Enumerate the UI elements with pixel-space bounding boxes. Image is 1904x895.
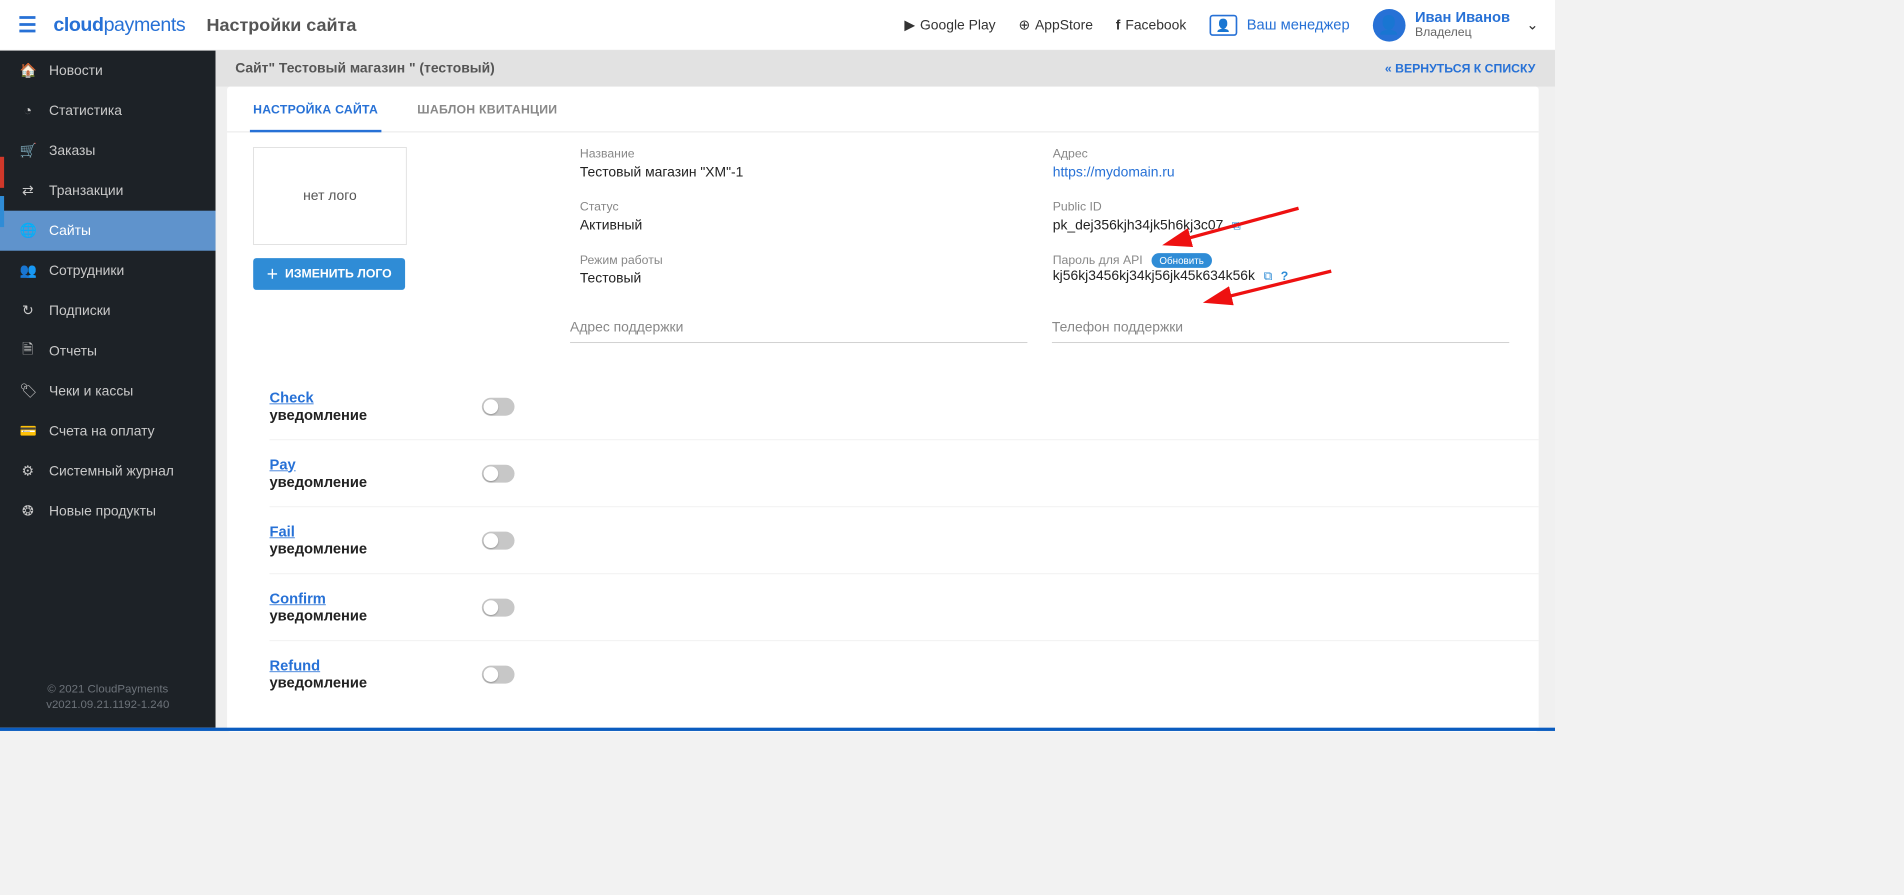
page-title: Настройки сайта (207, 14, 357, 35)
notif-link[interactable]: Refund (270, 657, 321, 673)
notif-link[interactable]: Check (270, 389, 314, 405)
info-col-1: Название Тестовый магазин "XM"-1 Статус … (580, 147, 1037, 306)
menu-toggle[interactable]: ☰ (18, 12, 37, 37)
notif-toggle[interactable] (482, 531, 515, 549)
copy-icon[interactable]: ⧉ (1263, 270, 1272, 284)
name-value: Тестовый магазин "XM"-1 (580, 164, 1037, 180)
status-value: Активный (580, 217, 1037, 233)
manager-label: Ваш менеджер (1247, 16, 1350, 33)
notif-link[interactable]: Fail (270, 523, 295, 539)
manager-icon: 👤 (1209, 14, 1237, 35)
status-label: Статус (580, 200, 1037, 214)
mode-value: Тестовый (580, 270, 1037, 286)
mode-label: Режим работы (580, 253, 1037, 267)
user-menu[interactable]: 👤 Иван Иванов Владелец ⌄ (1373, 9, 1539, 42)
tabs: НАСТРОЙКА САЙТА ШАБЛОН КВИТАНЦИИ (227, 87, 1539, 133)
card: НАСТРОЙКА САЙТА ШАБЛОН КВИТАНЦИИ нет лог… (227, 87, 1539, 732)
header: ☰ cloudpayments Настройки сайта ▶ Google… (0, 0, 1555, 51)
notif-label: Failуведомление (270, 523, 482, 557)
notif-row-confirm: Confirmуведомление (270, 573, 1539, 640)
notif-toggle[interactable] (482, 665, 515, 683)
user-name: Иван Иванов (1415, 10, 1510, 26)
notif-toggle[interactable] (482, 397, 515, 415)
notif-label: Refundуведомление (270, 657, 482, 691)
logo-column: нет лого ＋ ИЗМЕНИТЬ ЛОГО (253, 147, 563, 306)
crumb-title: Сайт" Тестовый магазин " (тестовый) (235, 60, 495, 76)
chevron-down-icon: ⌄ (1526, 16, 1538, 33)
notif-row-pay: Payуведомление (270, 439, 1539, 506)
facebook-link[interactable]: f Facebook (1116, 17, 1187, 33)
support-address-input[interactable]: Адрес поддержки (570, 314, 1027, 343)
breadcrumb: Сайт" Тестовый магазин " (тестовый) « ВЕ… (216, 51, 1555, 87)
apipw-label: Пароль для API (1053, 253, 1143, 267)
notif-label: Checkуведомление (270, 389, 482, 423)
address-label: Адрес (1053, 147, 1510, 161)
address-link[interactable]: https://mydomain.ru (1053, 164, 1175, 180)
notif-row-refund: Refundуведомление (270, 640, 1539, 707)
logo-placeholder: нет лого (253, 147, 407, 245)
notif-label: Confirmуведомление (270, 590, 482, 624)
refresh-pill[interactable]: Обновить (1151, 253, 1212, 268)
notif-link[interactable]: Confirm (270, 590, 326, 606)
user-role: Владелец (1415, 26, 1510, 39)
publicid-value: pk_dej356kjh34jk5h6kj3c07 (1053, 217, 1224, 233)
name-label: Название (580, 147, 1037, 161)
help-icon[interactable]: ? (1281, 270, 1288, 284)
content: Сайт" Тестовый магазин " (тестовый) « ВЕ… (216, 51, 1555, 728)
avatar-icon: 👤 (1373, 9, 1406, 42)
publicid-label: Public ID (1053, 200, 1510, 214)
notif-toggle[interactable] (482, 464, 515, 482)
tab-settings[interactable]: НАСТРОЙКА САЙТА (250, 87, 381, 133)
notif-row-fail: Failуведомление (270, 506, 1539, 573)
tab-template[interactable]: ШАБЛОН КВИТАНЦИИ (414, 87, 561, 132)
appstore-link[interactable]: ⊕ AppStore (1019, 17, 1093, 33)
apipw-value: kj56kj3456kj34kj56jk45k634k56k (1053, 268, 1255, 284)
change-logo-button[interactable]: ＋ ИЗМЕНИТЬ ЛОГО (253, 258, 405, 290)
brand-logo[interactable]: cloudpayments (53, 13, 185, 36)
notification-list: Checkуведомление Payуведомление Failуведом… (227, 343, 1539, 707)
info-col-2: Адрес https://mydomain.ru Public ID pk_d… (1053, 147, 1510, 306)
notif-row-check: Checkуведомление (270, 372, 1539, 439)
notif-link[interactable]: Pay (270, 456, 296, 472)
support-phone-input[interactable]: Телефон поддержки (1052, 314, 1509, 343)
footer-strip (0, 728, 1555, 731)
google-play-link[interactable]: ▶ Google Play (904, 17, 995, 33)
notif-toggle[interactable] (482, 598, 515, 616)
copy-icon[interactable]: ⧉ (1232, 219, 1241, 233)
manager-block[interactable]: 👤 Ваш менеджер (1209, 14, 1349, 35)
notif-label: Payуведомление (270, 456, 482, 490)
back-link[interactable]: « ВЕРНУТЬСЯ К СПИСКУ (1385, 62, 1536, 76)
